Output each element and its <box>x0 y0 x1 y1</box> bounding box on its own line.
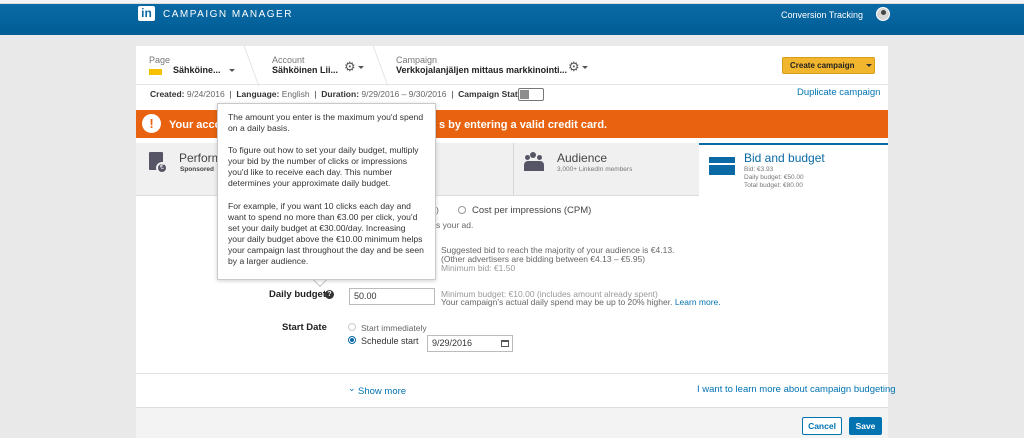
help-icon[interactable]: ? <box>325 290 334 299</box>
app-title: CAMPAIGN MANAGER <box>163 9 293 20</box>
page-label: Page <box>149 55 171 65</box>
audience-icon <box>537 155 542 160</box>
section-divider <box>136 373 888 374</box>
cancel-button[interactable]: Cancel <box>802 417 842 435</box>
chevron-down-icon[interactable]: ⌄ <box>348 383 356 394</box>
schedule-start-label[interactable]: Schedule start <box>361 336 419 346</box>
tab-daily-budget: Daily budget: €50.00 <box>744 174 804 181</box>
schedule-start-radio[interactable] <box>348 336 356 344</box>
daily-budget-tooltip: The amount you enter is the maximum you'… <box>217 103 436 280</box>
user-avatar-icon[interactable] <box>876 7 890 21</box>
chevron-down-icon[interactable] <box>229 69 235 72</box>
tab-bid-title[interactable]: Bid and budget <box>744 151 825 165</box>
daily-budget-label: Daily budget <box>269 289 327 300</box>
learn-budgeting-link[interactable]: I want to learn more about campaign budg… <box>697 384 896 395</box>
cpm-radio[interactable] <box>458 206 466 214</box>
chevron-down-icon[interactable] <box>582 66 588 69</box>
tooltip-paragraph: The amount you enter is the maximum you'… <box>228 112 424 134</box>
account-gear-icon[interactable]: ⚙ <box>344 59 356 75</box>
tab-performance[interactable]: Perform <box>179 151 222 165</box>
campaign-value[interactable]: Verkkojalanjäljen mittaus markkinointi..… <box>396 65 567 75</box>
cpm-label[interactable]: Cost per impressions (CPM) <box>472 205 591 216</box>
tooltip-paragraph: To figure out how to set your daily budg… <box>228 145 419 189</box>
audience-icon <box>524 161 544 171</box>
save-button[interactable]: Save <box>849 417 882 435</box>
create-campaign-label: Create campaign <box>790 61 855 70</box>
conversion-tracking-link[interactable]: Conversion Tracking <box>781 10 863 20</box>
daily-budget-input[interactable]: 50.00 <box>349 288 435 305</box>
warning-icon: ! <box>142 114 161 133</box>
actual-spend-note: Your campaign's actual daily spend may b… <box>441 297 721 307</box>
campaign-label: Campaign <box>396 55 438 65</box>
tab-performance-sub: Sponsored <box>180 166 214 173</box>
campaign-status-toggle[interactable] <box>518 88 544 101</box>
tab-bid-value: Bid: €3.93 <box>744 166 774 173</box>
create-campaign-button[interactable]: Create campaign <box>782 57 875 74</box>
meta-created: Created: 9/24/2016 | Language: English |… <box>150 89 531 99</box>
campaign-gear-icon[interactable]: ⚙ <box>568 59 580 75</box>
page-value[interactable]: Sähköine... <box>173 65 221 75</box>
show-more-link[interactable]: Show more <box>358 386 406 397</box>
audience-icon <box>530 152 536 158</box>
duplicate-campaign-link[interactable]: Duplicate campaign <box>797 87 880 98</box>
cpc-option-tail: ) <box>436 205 439 215</box>
footer-bar <box>136 407 888 438</box>
learn-more-link[interactable]: Learn more. <box>675 297 721 307</box>
minimum-bid-text: Minimum bid: €1.50 <box>441 263 516 273</box>
linkedin-logo-icon[interactable]: in <box>138 6 155 21</box>
audience-icon <box>525 155 530 160</box>
account-label: Account <box>272 55 305 65</box>
chevron-down-icon[interactable] <box>358 66 364 69</box>
start-immediately-label[interactable]: Start immediately <box>361 323 427 333</box>
start-immediately-radio[interactable] <box>348 323 356 331</box>
tab-audience-sub: 3,000+ LinkedIn members <box>557 166 633 173</box>
euro-coin-icon: € <box>156 162 168 174</box>
start-date-label: Start Date <box>282 322 327 333</box>
breadcrumb-page[interactable]: Page <box>149 55 170 65</box>
tooltip-paragraph: For example, if you want 10 clicks each … <box>228 200 424 267</box>
tab-audience[interactable]: Audience <box>557 151 607 165</box>
banner-text-end: s by entering a valid credit card. <box>439 119 608 131</box>
page-logo-icon <box>149 69 162 75</box>
ad-text-tail: s your ad. <box>436 220 474 230</box>
account-value[interactable]: Sähköinen Lii... <box>272 65 338 75</box>
chevron-down-icon <box>866 64 872 67</box>
banner-text-start: Your acco <box>169 119 222 131</box>
credit-card-icon <box>709 157 735 175</box>
tab-total-budget: Total budget: €80.00 <box>744 182 803 189</box>
tab-divider <box>513 143 514 196</box>
calendar-icon[interactable] <box>501 340 509 347</box>
